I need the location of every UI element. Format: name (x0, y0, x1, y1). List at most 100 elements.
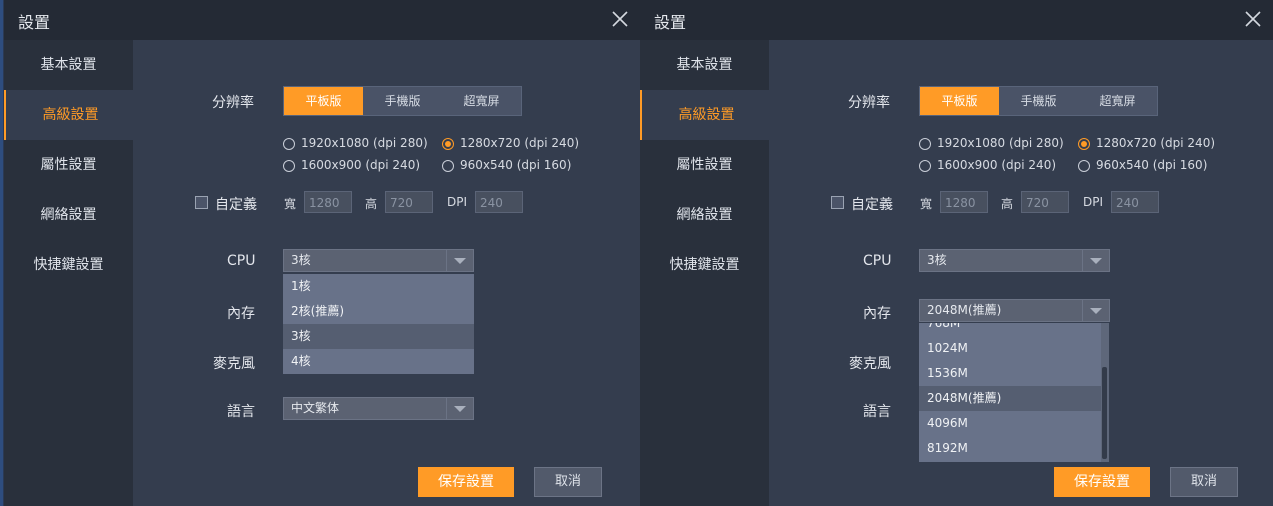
title-bar: 設置 (4, 0, 640, 40)
mode-phone-button[interactable]: 手機版 (363, 87, 442, 115)
cpu-option[interactable]: 1核 (283, 274, 474, 299)
radio-icon[interactable] (283, 160, 295, 172)
cpu-select-value: 3核 (927, 253, 947, 267)
cpu-option-selected[interactable]: 3核 (283, 324, 474, 349)
cpu-select-value: 3核 (291, 253, 311, 267)
cpu-dropdown-list: 1核 2核(推薦) 3核 4核 (283, 274, 474, 374)
sidebar: 基本設置 高級設置 屬性設置 網絡設置 快捷鍵設置 (4, 40, 135, 506)
sidebar-item-advanced[interactable]: 高級設置 (640, 90, 771, 140)
resolution-option-960[interactable]: 960x540 (dpi 160) (460, 158, 571, 172)
radio-icon[interactable] (1078, 160, 1090, 172)
sidebar-item-properties[interactable]: 屬性設置 (4, 140, 133, 190)
width-input[interactable]: 1280 (304, 191, 352, 213)
mode-segmented-control: 平板版 手機版 超寬屏 (919, 86, 1158, 116)
language-select[interactable]: 中文繁体 (283, 397, 474, 420)
cpu-option[interactable]: 2核(推薦) (283, 299, 474, 324)
resolution-option-1600[interactable]: 1600x900 (dpi 240) (937, 158, 1056, 172)
close-icon[interactable] (1243, 9, 1263, 29)
resolution-option-1920[interactable]: 1920x1080 (dpi 280) (937, 136, 1064, 150)
memory-label: 內存 (863, 306, 891, 322)
dpi-input[interactable]: 240 (1111, 191, 1159, 213)
resolution-option-1920[interactable]: 1920x1080 (dpi 280) (301, 136, 428, 150)
memory-option[interactable]: 768M (919, 323, 1101, 336)
memory-select[interactable]: 2048M(推薦) (919, 299, 1110, 322)
memory-select-value: 2048M(推薦) (927, 303, 1002, 317)
dialog-title: 設置 (654, 13, 687, 32)
resolution-option-1280[interactable]: 1280x720 (dpi 240) (1096, 136, 1215, 150)
language-select-value: 中文繁体 (291, 401, 340, 415)
height-input[interactable]: 720 (385, 191, 433, 213)
language-label: 語言 (863, 404, 891, 420)
custom-label: 自定義 (851, 197, 893, 213)
width-label: 寬 (920, 197, 933, 211)
sidebar-item-properties[interactable]: 屬性設置 (640, 140, 769, 190)
memory-option[interactable]: 1536M (919, 361, 1101, 386)
sidebar: 基本設置 高級設置 屬性設置 網絡設置 快捷鍵設置 (640, 40, 771, 506)
memory-dropdown-scrollbar[interactable] (1101, 323, 1109, 462)
cpu-option[interactable]: 4核 (283, 349, 474, 374)
checkbox-icon[interactable] (831, 196, 844, 209)
memory-dropdown-list: 768M 1024M 1536M 2048M(推薦) 4096M 8192M (919, 323, 1101, 462)
cancel-button[interactable]: 取消 (534, 467, 602, 497)
chevron-down-icon[interactable] (1082, 250, 1109, 271)
checkbox-icon[interactable] (195, 196, 208, 209)
sidebar-item-advanced[interactable]: 高級設置 (4, 90, 135, 140)
sidebar-item-network[interactable]: 網絡設置 (640, 190, 769, 240)
dpi-label: DPI (1083, 195, 1104, 209)
sidebar-item-basic[interactable]: 基本設置 (640, 40, 769, 90)
mode-widescreen-button[interactable]: 超寬屏 (442, 87, 521, 115)
scrollbar-thumb[interactable] (1102, 367, 1107, 459)
dpi-input[interactable]: 240 (475, 191, 523, 213)
cpu-select[interactable]: 3核 (919, 249, 1110, 272)
desktop-edge (0, 0, 3, 506)
sidebar-item-network[interactable]: 網絡設置 (4, 190, 133, 240)
radio-icon[interactable] (919, 138, 931, 150)
save-button[interactable]: 保存設置 (418, 467, 514, 497)
resolution-label: 分辨率 (848, 95, 890, 111)
settings-dialog-memory-open: 設置 基本設置 高級設置 屬性設置 網絡設置 快捷鍵設置 分辨率 平板版 手機版… (640, 0, 1273, 506)
chevron-down-icon[interactable] (1082, 300, 1109, 321)
mode-tablet-button[interactable]: 平板版 (284, 87, 363, 115)
mode-widescreen-button[interactable]: 超寬屏 (1078, 87, 1157, 115)
radio-icon[interactable] (919, 160, 931, 172)
resolution-option-1280[interactable]: 1280x720 (dpi 240) (460, 136, 579, 150)
resolution-option-960[interactable]: 960x540 (dpi 160) (1096, 158, 1207, 172)
height-label: 高 (1001, 197, 1014, 211)
radio-icon[interactable] (1078, 138, 1090, 150)
dpi-label: DPI (447, 195, 468, 209)
mode-segmented-control: 平板版 手機版 超寬屏 (283, 86, 522, 116)
dialog-title: 設置 (18, 13, 51, 32)
height-label: 高 (365, 197, 378, 211)
settings-dialog-cpu-open: 設置 基本設置 高級設置 屬性設置 網絡設置 快捷鍵設置 分辨率 平板版 手機版… (4, 0, 640, 506)
memory-label: 內存 (227, 306, 255, 322)
custom-label: 自定義 (215, 197, 257, 213)
cancel-button[interactable]: 取消 (1170, 467, 1238, 497)
close-icon[interactable] (610, 9, 630, 29)
width-input[interactable]: 1280 (940, 191, 988, 213)
title-bar: 設置 (640, 0, 1273, 40)
radio-icon[interactable] (283, 138, 295, 150)
mode-tablet-button[interactable]: 平板版 (920, 87, 999, 115)
cpu-label: CPU (227, 253, 256, 269)
resolution-label: 分辨率 (212, 95, 254, 111)
chevron-down-icon[interactable] (446, 398, 473, 419)
cpu-select[interactable]: 3核 (283, 249, 474, 272)
memory-option[interactable]: 4096M (919, 411, 1101, 436)
memory-option[interactable]: 8192M (919, 436, 1101, 461)
mic-label: 麥克風 (849, 356, 891, 372)
memory-option[interactable]: 1024M (919, 336, 1101, 361)
resolution-option-1600[interactable]: 1600x900 (dpi 240) (301, 158, 420, 172)
sidebar-item-shortcuts[interactable]: 快捷鍵設置 (640, 240, 769, 290)
sidebar-item-shortcuts[interactable]: 快捷鍵設置 (4, 240, 133, 290)
mode-phone-button[interactable]: 手機版 (999, 87, 1078, 115)
radio-icon[interactable] (442, 138, 454, 150)
radio-icon[interactable] (442, 160, 454, 172)
width-label: 寬 (284, 197, 297, 211)
mic-label: 麥克風 (213, 356, 255, 372)
save-button[interactable]: 保存設置 (1054, 467, 1150, 497)
language-label: 語言 (227, 404, 255, 420)
height-input[interactable]: 720 (1021, 191, 1069, 213)
sidebar-item-basic[interactable]: 基本設置 (4, 40, 133, 90)
memory-option-selected[interactable]: 2048M(推薦) (919, 386, 1101, 411)
chevron-down-icon[interactable] (446, 250, 473, 271)
